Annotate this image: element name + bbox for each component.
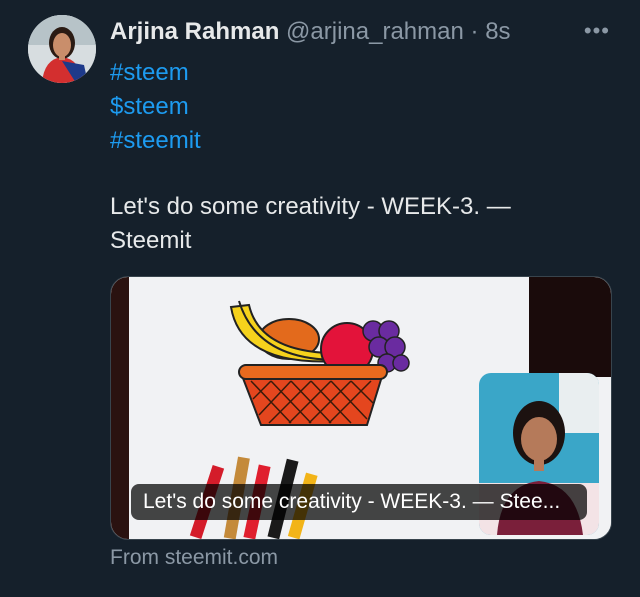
hashtag-link[interactable]: #steem (110, 56, 201, 90)
tweet-text: Let's do some creativity - WEEK-3. — Ste… (110, 193, 511, 254)
separator-dot: · (470, 18, 479, 45)
avatar[interactable] (28, 15, 96, 83)
link-preview-card[interactable]: Let's do some creativity - WEEK-3. — Ste… (110, 276, 612, 540)
more-options-icon[interactable]: ••• (584, 18, 610, 44)
action-bar-partial (0, 588, 640, 597)
avatar-photo (28, 15, 96, 83)
user-handle[interactable]: @arjina_rahman (286, 18, 464, 45)
display-name[interactable]: Arjina Rahman (110, 18, 279, 45)
tweet-header: Arjina Rahman @arjina_rahman · 8s (110, 18, 511, 46)
timestamp[interactable]: 8s (485, 18, 510, 45)
hashtag-list: #steem $steem #steemit (110, 56, 201, 158)
card-title-overlay: Let's do some creativity - WEEK-3. — Ste… (131, 484, 587, 520)
hashtag-link[interactable]: #steemit (110, 124, 201, 158)
card-source-domain[interactable]: From steemit.com (110, 546, 278, 570)
cashtag-link[interactable]: $steem (110, 90, 201, 124)
